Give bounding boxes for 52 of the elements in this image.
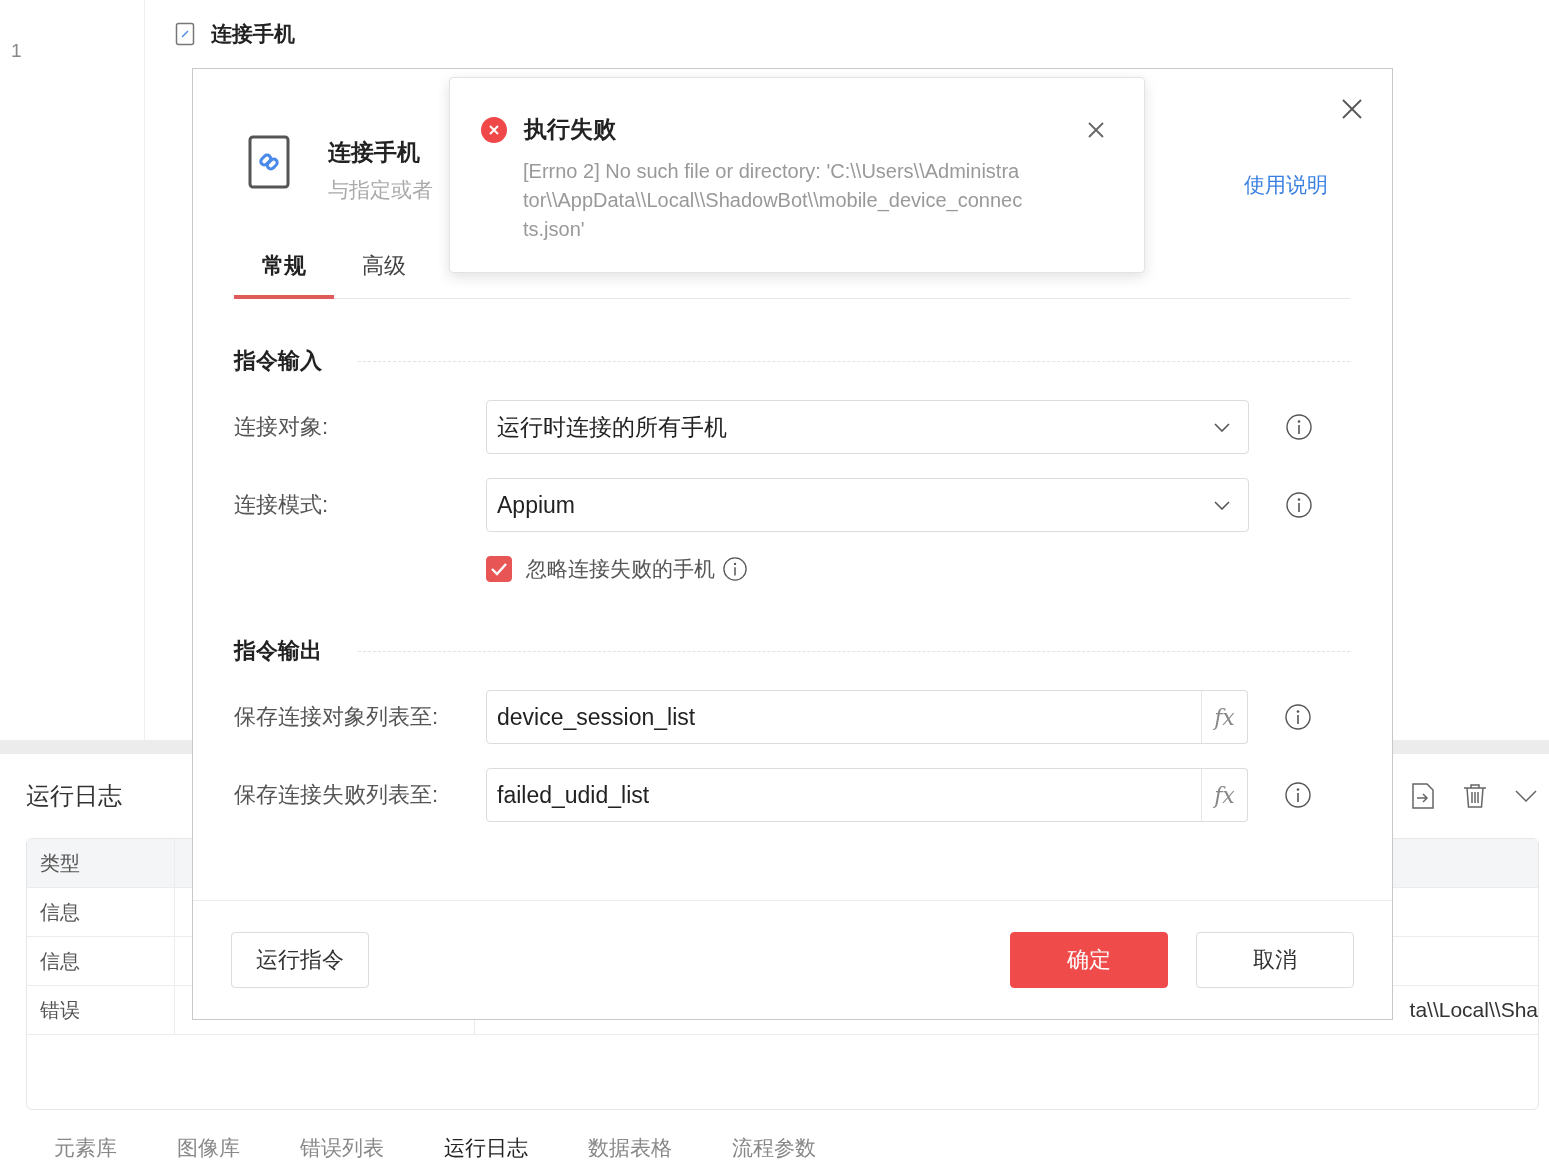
info-icon[interactable] (1285, 782, 1311, 808)
chevron-down-icon (1214, 422, 1230, 432)
checkbox-label: 忽略连接失败的手机 (526, 556, 715, 582)
field-label: 连接模式: (234, 491, 330, 519)
dropdown[interactable]: Appium (486, 478, 1249, 532)
checkmark-icon (490, 562, 508, 576)
table-cell: 信息 (27, 888, 175, 936)
confirm-button[interactable]: 确定 (1010, 932, 1168, 988)
panel-title: 运行日志 (26, 781, 122, 811)
fx-button[interactable]: fx (1201, 690, 1248, 744)
section-title: 指令输入 (234, 347, 322, 375)
chevron-down-icon[interactable] (1515, 790, 1537, 802)
panel-tab[interactable]: 图像库 (177, 1134, 240, 1162)
error-icon (481, 116, 507, 143)
panel-tab[interactable]: 数据表格 (588, 1134, 672, 1162)
table-cell: ta\\Local\\Sha (1409, 998, 1538, 1022)
info-icon[interactable] (723, 557, 747, 581)
section-title: 指令输出 (234, 637, 322, 665)
field-label: 保存连接对象列表至: (234, 703, 440, 731)
field-label: 保存连接失败列表至: (234, 781, 440, 809)
line-number: 1 (11, 40, 22, 61)
toast-title: 执行失败 (524, 115, 616, 144)
dialog-title: 连接手机 (328, 138, 421, 167)
trash-icon[interactable] (1463, 783, 1487, 809)
chevron-down-icon (1214, 500, 1230, 510)
fx-button[interactable]: fx (1201, 768, 1248, 822)
table-cell: 信息 (27, 937, 175, 985)
export-icon[interactable] (1411, 782, 1435, 810)
step-title[interactable]: 连接手机 (211, 20, 295, 48)
column-header: 类型 (27, 839, 175, 887)
cancel-button[interactable]: 取消 (1196, 932, 1354, 988)
help-link[interactable]: 使用说明 (1244, 171, 1328, 199)
dialog-subtitle: 与指定或者 (328, 177, 433, 203)
info-icon[interactable] (1285, 704, 1311, 730)
table-cell: 错误 (27, 986, 175, 1034)
panel-tab[interactable]: 流程参数 (732, 1134, 816, 1162)
field-label: 连接对象: (234, 413, 330, 441)
button[interactable]: 运行指令 (231, 932, 369, 988)
dropdown[interactable]: 运行时连接的所有手机 (486, 400, 1249, 454)
close-icon[interactable] (1088, 121, 1104, 138)
dialog-tab[interactable]: 常规 (234, 239, 334, 299)
checkbox[interactable] (486, 556, 512, 582)
dialog-tab[interactable]: 高级 (334, 239, 434, 299)
info-icon[interactable] (1286, 414, 1312, 440)
info-icon[interactable] (1286, 492, 1312, 518)
panel-tab[interactable]: 元素库 (54, 1134, 117, 1162)
error-message: [Errno 2] No such file or directory: 'C:\\Users\\Administrator\\AppData\\Local\\ShadowBot\\mobile_device_connects.json' (523, 159, 1023, 242)
input-field[interactable]: failed_udid_list (486, 768, 1202, 822)
input-field[interactable]: device_session_list (486, 690, 1202, 744)
panel-tab[interactable]: 运行日志 (444, 1134, 528, 1162)
panel-tab[interactable]: 错误列表 (300, 1134, 384, 1162)
close-icon[interactable] (1342, 99, 1362, 119)
